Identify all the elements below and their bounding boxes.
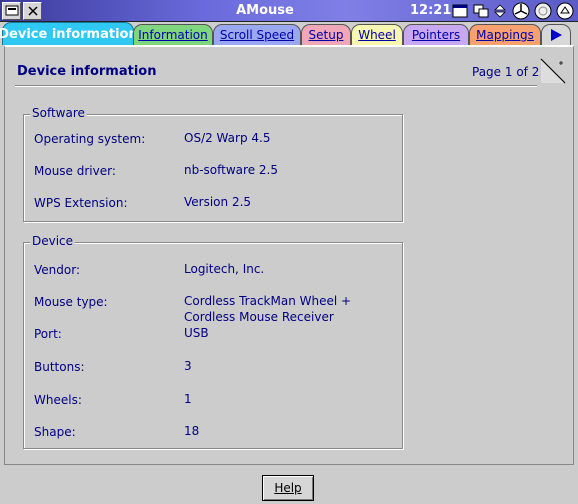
page-turn-icon[interactable]: [539, 57, 567, 85]
arrow-right-icon: [551, 29, 562, 41]
close-icon[interactable]: [23, 2, 42, 20]
maximize-icon[interactable]: [534, 2, 552, 20]
notebook-tabs: Device information Information Scroll Sp…: [0, 22, 578, 45]
wheels-value: 1: [184, 392, 192, 406]
tab-mappings[interactable]: Mappings: [469, 24, 541, 45]
shape-value: 18: [184, 424, 200, 438]
eject-icon[interactable]: [556, 2, 574, 20]
vendor-value: Logitech, Inc.: [184, 262, 265, 276]
port-label: Port:: [34, 327, 62, 341]
software-group: Software Operating system: OS/2 Warp 4.5…: [23, 106, 403, 222]
page-indicator: Page 1 of 2: [472, 65, 540, 79]
vendor-label: Vendor:: [34, 263, 80, 277]
port-value: USB: [184, 326, 209, 340]
os-label: Operating system:: [34, 132, 146, 146]
button-bar: Help: [0, 468, 578, 504]
tab-setup[interactable]: Setup: [301, 24, 351, 45]
page-divider: [15, 85, 537, 87]
page-title: Device information: [17, 64, 157, 79]
mouse-driver-value: nb-software 2.5: [184, 163, 278, 177]
mouse-driver-label: Mouse driver:: [34, 164, 116, 178]
help-button[interactable]: Help: [262, 475, 314, 501]
tab-pointers[interactable]: Pointers: [403, 24, 469, 45]
title-bar: AMouse 12:21: [0, 0, 578, 22]
fan-icon[interactable]: [512, 2, 530, 20]
wps-extension-label: WPS Extension:: [34, 196, 128, 210]
window-title: AMouse: [236, 3, 294, 18]
rollup-icon[interactable]: [491, 3, 509, 19]
device-group: Device Vendor: Logitech, Inc. Mouse type…: [23, 234, 403, 449]
window-list-icon[interactable]: [451, 3, 469, 19]
system-menu-icon[interactable]: [2, 2, 21, 20]
wps-extension-value: Version 2.5: [184, 195, 252, 209]
tab-device-information[interactable]: Device information: [0, 22, 138, 45]
tab-scroll-right-button[interactable]: [541, 24, 571, 45]
tab-information[interactable]: Information: [133, 24, 213, 45]
mouse-type-value-line2: Cordless Mouse Receiver: [184, 310, 334, 324]
buttons-value: 3: [184, 359, 192, 373]
buttons-label: Buttons:: [34, 360, 85, 374]
tab-scroll-speed[interactable]: Scroll Speed: [213, 24, 301, 45]
shape-label: Shape:: [34, 425, 76, 439]
clock: 12:21: [410, 3, 452, 18]
tab-wheel[interactable]: Wheel: [351, 24, 403, 45]
mouse-type-label: Mouse type:: [34, 295, 108, 309]
os-value: OS/2 Warp 4.5: [184, 131, 271, 145]
wheels-label: Wheels:: [34, 393, 82, 407]
device-group-label: Device: [30, 234, 76, 248]
notebook-page: Device information Page 1 of 2 Software …: [4, 45, 574, 465]
software-group-label: Software: [30, 106, 87, 120]
mouse-type-value: Cordless TrackMan Wheel +: [184, 294, 352, 308]
restore-icon[interactable]: [472, 3, 490, 19]
